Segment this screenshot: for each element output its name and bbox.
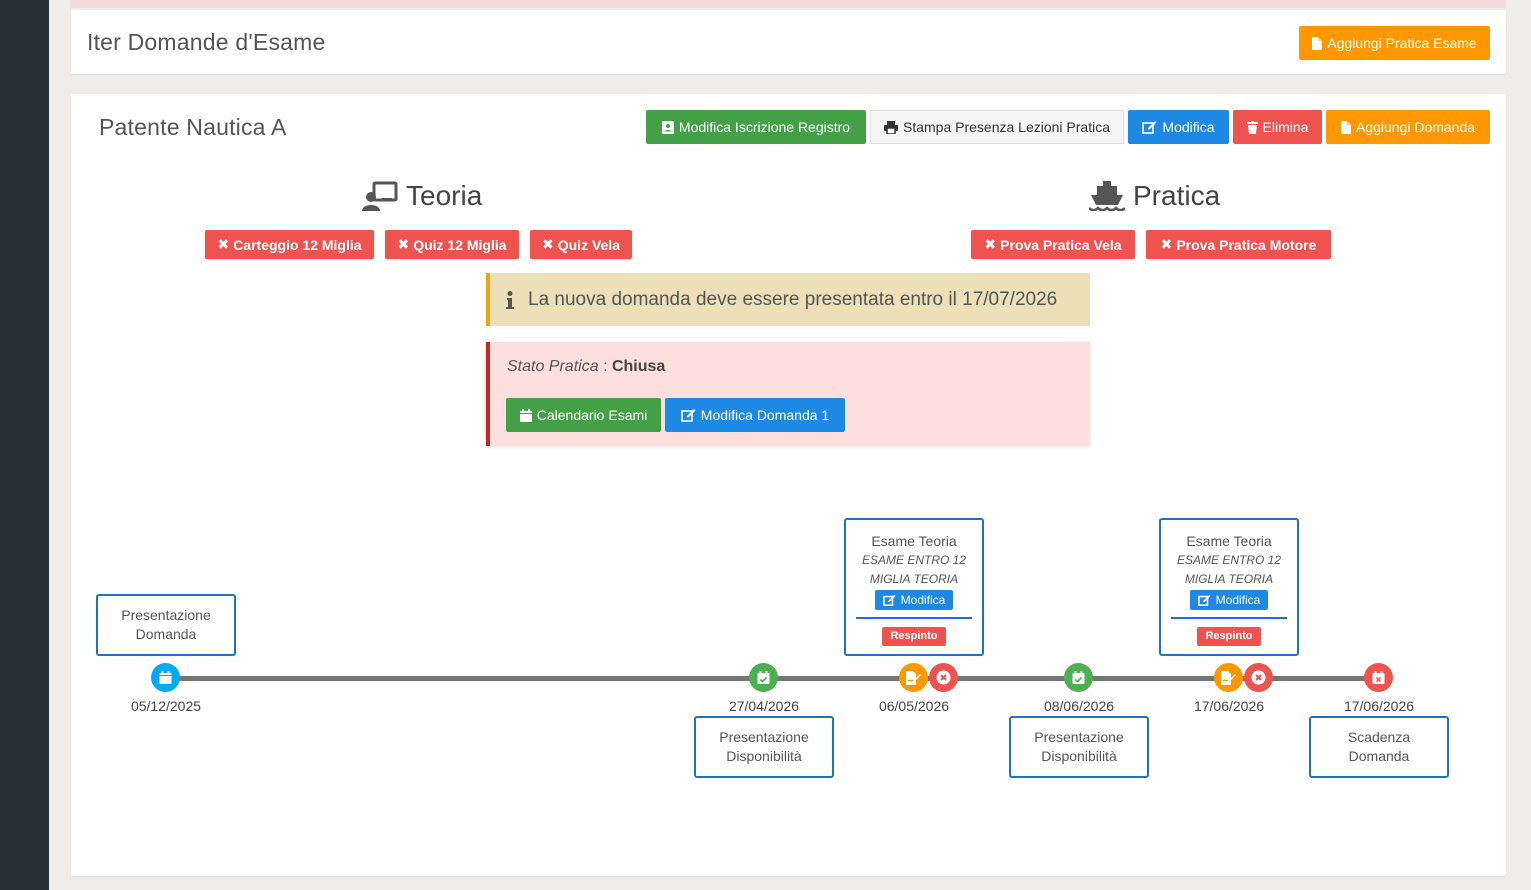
file-signature-icon[interactable] — [1214, 663, 1243, 692]
modifica-domanda-label: Modifica Domanda 1 — [700, 407, 830, 423]
tag-quiz-vela[interactable]: ✖ Quiz Vela — [530, 230, 632, 259]
file-icon — [1312, 36, 1323, 50]
timeline-date: 27/04/2026 — [728, 698, 800, 714]
modifica-iscrizione-button[interactable]: Modifica Iscrizione Registro — [646, 110, 866, 144]
file-signature-icon[interactable] — [899, 663, 928, 692]
add-pratica-esame-button[interactable]: Aggiungi Pratica Esame — [1299, 26, 1490, 60]
exam-modifica-button[interactable]: Modifica — [1189, 590, 1269, 610]
print-icon — [884, 120, 898, 134]
times-icon: ✖ — [542, 236, 554, 252]
top-card-edge — [70, 0, 1506, 8]
edit-icon — [1197, 594, 1211, 606]
timeline-date: 05/12/2025 — [130, 698, 202, 714]
tag-prova-motore-label: Prova Pratica Motore — [1176, 236, 1317, 253]
calendario-esami-label: Calendario Esami — [536, 407, 648, 423]
tag-carteggio-label: Carteggio 12 Miglia — [233, 236, 362, 253]
timeline-date: 17/06/2026 — [1193, 698, 1265, 714]
deadline-text: La nuova domanda deve essere presentata … — [528, 288, 1058, 310]
file-icon — [1340, 120, 1351, 134]
tag-quiz-12-label: Quiz 12 Miglia — [413, 236, 507, 253]
tag-prova-vela[interactable]: ✖ Prova Pratica Vela — [971, 230, 1135, 259]
trash-icon — [1246, 120, 1258, 134]
times-icon: ✖ — [397, 236, 410, 252]
exam-subtitle: ESAME ENTRO 12 MIGLIA TEORIA — [861, 553, 967, 586]
times-circle-icon[interactable] — [1244, 663, 1273, 692]
deadline-alert: La nuova domanda deve essere presentata … — [486, 273, 1090, 326]
page-title: Iter Domande d'Esame — [87, 29, 326, 55]
exam-result-badge: Respinto — [882, 627, 946, 646]
stato-pratica-panel: Stato Pratica : Chiusa Calendario Esami … — [486, 342, 1090, 446]
exam-result-badge: Respinto — [1197, 627, 1261, 646]
divider — [856, 617, 972, 619]
event-label: Presentazione Disponibilità — [719, 729, 809, 764]
add-pratica-esame-label: Aggiungi Pratica Esame — [1327, 35, 1477, 51]
times-icon: ✖ — [984, 236, 997, 252]
stato-pratica: Stato Pratica : Chiusa — [507, 358, 665, 376]
stato-value: Chiusa — [611, 358, 666, 375]
stato-label: Stato Pratica — [507, 358, 599, 375]
chalkboard-teacher-icon — [362, 181, 398, 211]
edit-icon — [882, 594, 896, 606]
elimina-button[interactable]: Elimina — [1233, 110, 1322, 144]
edit-icon — [680, 409, 696, 422]
aggiungi-domanda-button[interactable]: Aggiungi Domanda — [1326, 110, 1490, 144]
teoria-title: Teoria — [406, 180, 483, 211]
exam-modifica-label: Modifica — [900, 592, 946, 607]
pratica-heading: Pratica — [1089, 180, 1220, 212]
exam-modifica-label: Modifica — [1215, 592, 1261, 607]
exam-card-2: Esame Teoria ESAME ENTRO 12 MIGLIA TEORI… — [1159, 518, 1299, 656]
exam-title: Esame Teoria — [871, 533, 957, 549]
exam-title: Esame Teoria — [1186, 533, 1272, 549]
stampa-presenza-label: Stampa Presenza Lezioni Pratica — [903, 119, 1110, 135]
calendar-check-icon[interactable] — [1064, 663, 1093, 692]
times-circle-icon[interactable] — [929, 663, 958, 692]
event-disponibilita-2: Presentazione Disponibilità — [1009, 716, 1149, 778]
calendar-times-icon[interactable] — [1364, 663, 1393, 692]
elimina-label: Elimina — [1262, 119, 1309, 135]
tag-prova-vela-label: Prova Pratica Vela — [1000, 236, 1122, 253]
sidebar — [0, 0, 49, 890]
stato-separator: : — [603, 358, 608, 375]
times-icon: ✖ — [1160, 236, 1173, 252]
modifica-domanda-button[interactable]: Modifica Domanda 1 — [665, 398, 845, 432]
stampa-presenza-button[interactable]: Stampa Presenza Lezioni Pratica — [870, 110, 1124, 144]
timeline-date: 08/06/2026 — [1043, 698, 1115, 714]
teoria-heading: Teoria — [362, 180, 482, 212]
event-scadenza: Scadenza Domanda — [1309, 716, 1449, 778]
pratica-section-title: Pratica — [1133, 180, 1221, 211]
tag-quiz-12[interactable]: ✖ Quiz 12 Miglia — [385, 230, 519, 259]
event-disponibilita-1: Presentazione Disponibilità — [694, 716, 834, 778]
event-presentazione-domanda: Presentazione Domanda — [96, 594, 236, 656]
exam-card-1: Esame Teoria ESAME ENTRO 12 MIGLIA TEORI… — [844, 518, 984, 656]
calendar-icon — [519, 408, 532, 422]
modifica-label: Modifica — [1162, 119, 1215, 135]
aggiungi-domanda-label: Aggiungi Domanda — [1355, 119, 1476, 135]
modifica-iscrizione-label: Modifica Iscrizione Registro — [678, 119, 851, 135]
modifica-button[interactable]: Modifica — [1128, 110, 1229, 144]
header-card: Iter Domande d'Esame Aggiungi Pratica Es… — [71, 10, 1506, 74]
divider — [1171, 617, 1287, 619]
event-label: Scadenza Domanda — [1347, 729, 1411, 764]
calendar-icon[interactable] — [151, 663, 180, 692]
timeline-date: 17/06/2026 — [1343, 698, 1415, 714]
tag-prova-motore[interactable]: ✖ Prova Pratica Motore — [1146, 230, 1331, 259]
tag-quiz-vela-label: Quiz Vela — [557, 236, 620, 253]
timeline-date: 06/05/2026 — [878, 698, 950, 714]
calendar-check-icon[interactable] — [749, 663, 778, 692]
exam-modifica-button[interactable]: Modifica — [874, 590, 954, 610]
times-icon: ✖ — [217, 236, 230, 252]
event-label: Presentazione Domanda — [121, 607, 211, 642]
ship-icon — [1089, 181, 1125, 211]
info-icon — [506, 290, 514, 309]
tag-carteggio[interactable]: ✖ Carteggio 12 Miglia — [205, 230, 374, 259]
exam-subtitle: ESAME ENTRO 12 MIGLIA TEORIA — [1176, 553, 1282, 586]
event-label: Presentazione Disponibilità — [1034, 729, 1124, 764]
calendario-esami-button[interactable]: Calendario Esami — [506, 398, 661, 432]
pratica-title: Patente Nautica A — [99, 114, 287, 140]
address-card-icon — [661, 120, 674, 134]
edit-icon — [1142, 121, 1157, 134]
